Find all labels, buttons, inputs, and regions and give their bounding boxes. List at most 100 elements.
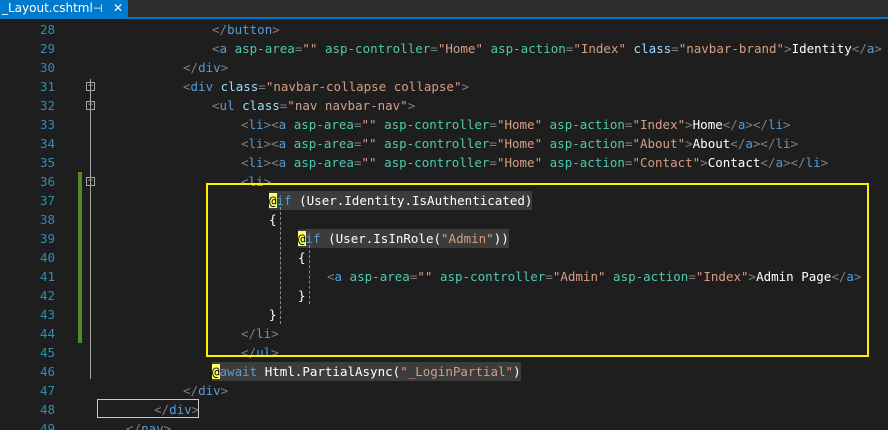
line-number: 38 (39, 212, 55, 227)
code-token: "Home" (496, 117, 543, 132)
code-token: < (183, 79, 191, 94)
code-token: asp-action (490, 41, 566, 56)
line-number: 42 (39, 288, 55, 303)
code-token: "Home" (496, 155, 543, 170)
code-line[interactable]: 29 <a asp-area="" asp-controller="Home" a… (0, 39, 888, 58)
code-token: a (775, 155, 783, 170)
code-line[interactable]: 49 </nav> (0, 419, 888, 430)
code-token: > (790, 136, 799, 151)
code-token: = (258, 79, 266, 94)
code-line[interactable]: 35 <li><a asp-area="" asp-controller="Hom… (0, 153, 888, 172)
code-text: </div> (183, 381, 228, 400)
code-token: > (461, 79, 470, 94)
code-token: "" (302, 41, 318, 56)
code-text: </nav> (126, 419, 171, 430)
line-number: 48 (39, 402, 55, 417)
code-token: = (489, 117, 497, 132)
code-token: </ (126, 421, 142, 430)
code-token: li (248, 155, 264, 170)
code-token: "Home" (437, 41, 483, 56)
change-indicator (78, 191, 82, 210)
code-token: asp-area (234, 41, 295, 56)
line-number: 49 (39, 421, 55, 430)
code-token: asp-area (293, 155, 354, 170)
line-number: 31 (39, 79, 55, 94)
change-indicator (78, 286, 82, 305)
code-token: > (784, 41, 792, 56)
line-number: 35 (39, 155, 55, 170)
close-icon[interactable]: ✕ (113, 0, 123, 17)
code-text: <div class="navbar-collapse collapse"> (183, 77, 469, 96)
code-token: ) (513, 364, 521, 379)
code-token: < (241, 117, 249, 132)
code-token: "navbar-collapse collapse" (265, 79, 462, 94)
code-line[interactable]: 46 @await Html.PartialAsync("_LoginPartia… (0, 362, 888, 381)
code-line[interactable]: 31−<div class="navbar-collapse collapse"… (0, 77, 888, 96)
code-token: </ (730, 136, 746, 151)
code-token: asp-action (549, 155, 625, 170)
code-token: await (219, 364, 258, 379)
code-token: Home (692, 117, 723, 132)
code-line[interactable]: 30 </div> (0, 58, 888, 77)
code-line[interactable]: 32−<ul class="nav navbar-nav"> (0, 96, 888, 115)
code-token: "Index" (573, 41, 626, 56)
code-token: Html.PartialAsync( (257, 364, 401, 379)
line-number: 36 (39, 174, 55, 189)
code-text: <li><a asp-area="" asp-controller="Home"… (241, 115, 791, 134)
code-token: >< (263, 155, 279, 170)
code-token: = (489, 155, 497, 170)
code-token: li (248, 136, 264, 151)
code-line[interactable]: 47 </div> (0, 381, 888, 400)
code-editor[interactable]: 28 </button> 29 <a asp-area="" asp-controll… (0, 19, 888, 430)
code-token: </ (851, 41, 867, 56)
code-line[interactable]: 28 </button> (0, 20, 888, 39)
code-token: ></ (782, 155, 806, 170)
code-token: "navbar-brand" (678, 41, 785, 56)
line-number: 46 (39, 364, 55, 379)
code-token: ></ (745, 117, 768, 132)
line-number: 37 (39, 193, 55, 208)
code-token: asp-action (549, 136, 625, 151)
code-token: div (190, 79, 214, 94)
code-token: asp-controller (384, 136, 490, 151)
change-indicator (78, 210, 82, 229)
code-token: </ (212, 22, 228, 37)
code-token: > (220, 60, 229, 75)
line-number: 45 (39, 345, 55, 360)
code-token: < (212, 41, 220, 56)
code-token: asp-area (293, 136, 354, 151)
line-number: 33 (39, 117, 55, 132)
code-token: Identity (791, 41, 852, 56)
code-line[interactable]: 34 <li><a asp-area="" asp-controller="Hom… (0, 134, 888, 153)
code-token: > (820, 155, 829, 170)
code-token: "" (361, 117, 377, 132)
tab-layout-cshtml[interactable]: _Layout.cshtml ⊣ ✕ (0, 0, 128, 17)
tab-title: _Layout.cshtml (2, 1, 93, 15)
code-token: > (783, 117, 791, 132)
code-token: ul (219, 98, 235, 113)
code-token: "Home" (496, 136, 543, 151)
code-line[interactable]: 33 <li><a asp-area="" asp-controller="Hom… (0, 115, 888, 134)
code-token: li (248, 117, 264, 132)
change-indicator (78, 229, 82, 248)
pin-icon[interactable]: ⊣ (93, 0, 103, 17)
code-token: li (775, 136, 791, 151)
code-token: asp-controller (384, 155, 490, 170)
code-token: >< (263, 136, 279, 151)
code-token: > (220, 383, 229, 398)
code-token: </ (760, 155, 776, 170)
line-number: 47 (39, 383, 55, 398)
code-token: "_LoginPartial" (400, 364, 514, 379)
code-token: > (685, 136, 693, 151)
code-text: <a asp-area="" asp-controller="Home" asp… (212, 39, 882, 58)
code-token: </ (183, 383, 199, 398)
line-number: 40 (39, 250, 55, 265)
